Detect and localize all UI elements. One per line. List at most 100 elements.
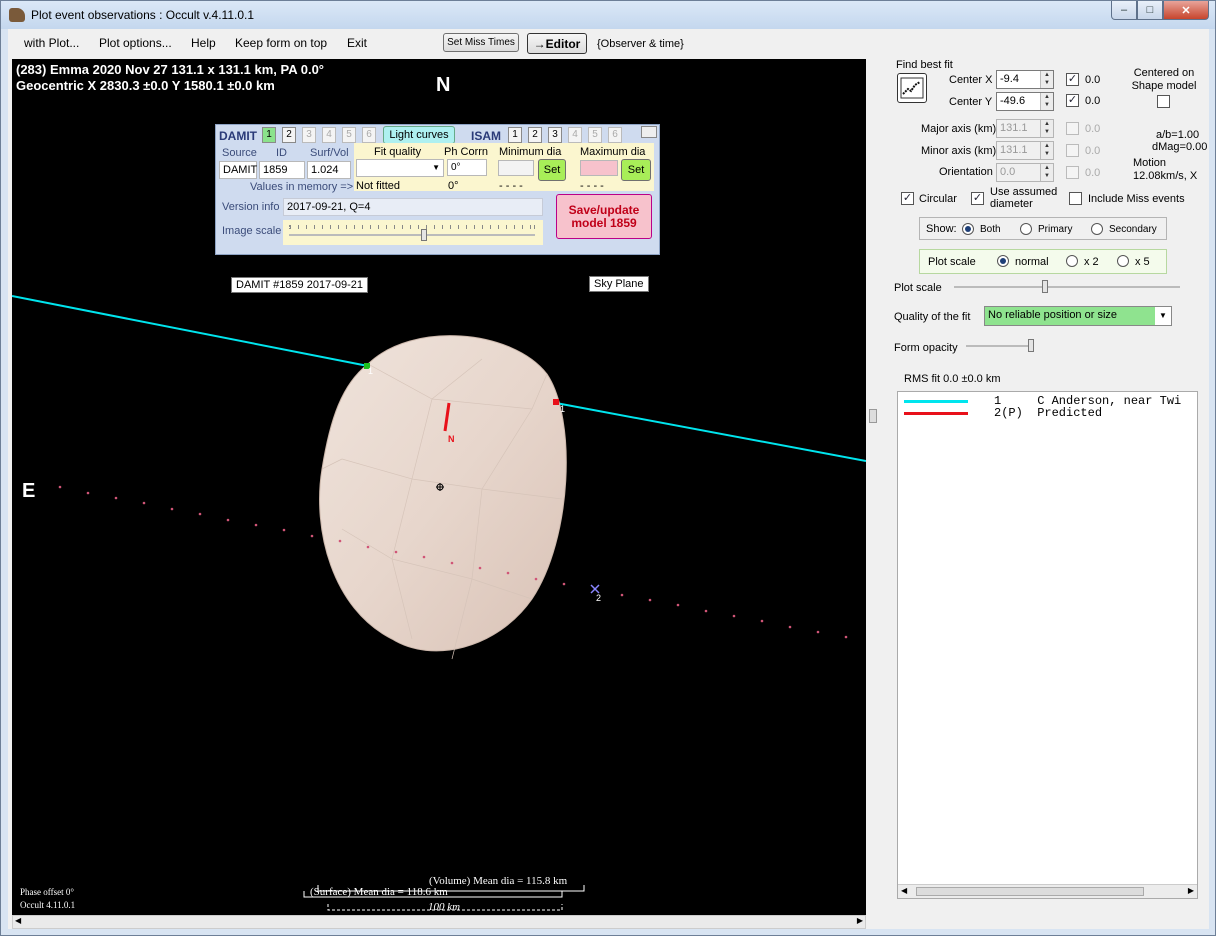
north-label: N: [436, 74, 451, 96]
plot-scale-thumb[interactable]: [1042, 280, 1048, 293]
scroll-right-icon[interactable]: ▶: [1188, 886, 1194, 895]
show-both-radio[interactable]: [962, 223, 974, 235]
circular-label: Circular: [919, 193, 957, 205]
center-x-input[interactable]: -9.4 ▲ ▼: [996, 70, 1054, 89]
center-y-input[interactable]: -49.6 ▲ ▼: [996, 92, 1054, 111]
editor-button[interactable]: →Editor: [527, 33, 587, 54]
form-opacity-thumb[interactable]: [1028, 339, 1034, 352]
scroll-thumb[interactable]: [916, 887, 1144, 896]
close-button[interactable]: ✕: [1163, 1, 1209, 20]
minimize-button[interactable]: ‒: [1111, 1, 1137, 20]
plot-canvas[interactable]: (283) Emma 2020 Nov 27 131.1 x 131.1 km,…: [12, 59, 866, 915]
set-miss-times-button[interactable]: Set Miss Times: [443, 33, 519, 52]
legend-horizontal-scrollbar[interactable]: ◀ ▶: [898, 884, 1197, 898]
min-dia-value: - - - -: [499, 180, 523, 192]
scroll-left-icon[interactable]: ◀: [15, 916, 21, 925]
panel-collapse-button[interactable]: [641, 126, 657, 138]
motion-value: 12.08km/s, X: [1133, 170, 1198, 182]
client-area: with Plot... Plot options... Help Keep f…: [8, 29, 1209, 929]
menu-keep-on-top[interactable]: Keep form on top: [235, 36, 327, 50]
source-label: Source: [222, 147, 257, 159]
damit-model-6[interactable]: 6: [362, 127, 376, 143]
show-primary-radio[interactable]: [1020, 223, 1032, 235]
menu-help[interactable]: Help: [191, 36, 216, 50]
ph-corrn-input[interactable]: 0°: [447, 159, 487, 176]
image-scale-slider[interactable]: [283, 220, 543, 245]
plot-scale-group-label: Plot scale: [928, 256, 976, 268]
set-max-dia-button[interactable]: Set: [621, 159, 651, 181]
plot-horizontal-scrollbar[interactable]: ◀ ▶: [12, 915, 866, 929]
maximize-button[interactable]: □: [1137, 1, 1163, 20]
scale-normal-radio[interactable]: [997, 255, 1009, 267]
centered-on-shape-checkbox[interactable]: [1157, 95, 1170, 108]
legend-row-predicted: 2(P) Predicted: [994, 406, 1103, 420]
set-min-dia-button[interactable]: Set: [538, 159, 566, 181]
image-scale-thumb[interactable]: [421, 229, 427, 241]
asteroid-shape-model: [319, 335, 567, 652]
max-dia-label: Maximum dia: [580, 146, 646, 158]
damit-model-3[interactable]: 3: [302, 127, 316, 143]
major-axis-checkbox[interactable]: [1066, 122, 1079, 135]
menu-exit[interactable]: Exit: [347, 36, 367, 50]
isam-model-5[interactable]: 5: [588, 127, 602, 143]
isam-model-3[interactable]: 3: [548, 127, 562, 143]
quality-select[interactable]: No reliable position or size ▼: [984, 306, 1172, 326]
major-axis-input[interactable]: 131.1 ▲ ▼: [996, 119, 1054, 138]
use-assumed-diameter-checkbox[interactable]: ✓: [971, 192, 984, 205]
isam-model-2[interactable]: 2: [528, 127, 542, 143]
light-curves-button[interactable]: Light curves: [383, 126, 455, 144]
ph-corrn-label: Ph Corrn: [444, 146, 489, 158]
minor-axis-checkbox[interactable]: [1066, 144, 1079, 157]
surfvol-value: 1.024: [307, 161, 351, 179]
scroll-right-icon[interactable]: ▶: [857, 916, 863, 925]
menu-with-plot[interactable]: with Plot...: [24, 36, 79, 50]
minor-axis-input[interactable]: 131.1 ▲ ▼: [996, 141, 1054, 160]
scale-x2-radio[interactable]: [1066, 255, 1078, 267]
form-opacity-slider[interactable]: [966, 338, 1034, 354]
miss-event-label: 2: [596, 593, 602, 603]
scale-x2-label: x 2: [1084, 256, 1099, 268]
source-value: DAMIT: [219, 161, 257, 179]
isam-model-6[interactable]: 6: [608, 127, 622, 143]
observer-legend-list[interactable]: 1 C Anderson, near Twi 2(P) Predicted ◀ …: [897, 391, 1198, 899]
isam-model-1[interactable]: 1: [508, 127, 522, 143]
include-miss-checkbox[interactable]: [1069, 192, 1082, 205]
observer-time-label: {Observer & time}: [597, 38, 684, 50]
chevron-down-icon: ▼: [1155, 307, 1171, 325]
best-fit-chart-icon[interactable]: [897, 73, 927, 103]
splitter-bar[interactable]: [868, 59, 878, 915]
damit-model-2[interactable]: 2: [282, 127, 296, 143]
center-y-checkbox[interactable]: ✓: [1066, 94, 1079, 107]
center-x-checkbox[interactable]: ✓: [1066, 73, 1079, 86]
plot-scale-slider[interactable]: [954, 279, 1180, 295]
save-update-model-button[interactable]: Save/update model 1859: [556, 194, 652, 239]
center-x-label: Center X: [949, 74, 993, 86]
orientation-checkbox[interactable]: [1066, 166, 1079, 179]
version-info-label: Version info: [222, 201, 280, 213]
sky-plane-caption: Sky Plane: [589, 276, 649, 292]
fit-quality-label: Fit quality: [374, 146, 422, 158]
center-y-value: -49.6: [1000, 95, 1026, 107]
scale-x5-label: x 5: [1135, 256, 1150, 268]
rms-fit-label: RMS fit 0.0 ±0.0 km: [904, 373, 1001, 385]
damit-model-4[interactable]: 4: [322, 127, 336, 143]
damit-model-5[interactable]: 5: [342, 127, 356, 143]
chord-line-segment-west: [12, 295, 369, 367]
min-dia-input[interactable]: [498, 160, 534, 176]
scale-x5-radio[interactable]: [1117, 255, 1129, 267]
show-secondary-radio[interactable]: [1091, 223, 1103, 235]
isam-title: ISAM: [471, 129, 501, 143]
center-y-label: Center Y: [949, 96, 993, 108]
circular-checkbox[interactable]: ✓: [901, 192, 914, 205]
quality-label: Quality of the fit: [894, 311, 971, 323]
menu-plot-options[interactable]: Plot options...: [99, 36, 172, 50]
max-dia-input[interactable]: [580, 160, 618, 176]
orientation-input[interactable]: 0.0 ▲ ▼: [996, 163, 1054, 182]
show-label: Show:: [926, 223, 957, 235]
plot-scale-label: Plot scale: [894, 282, 942, 294]
scroll-left-icon[interactable]: ◀: [901, 886, 907, 895]
motion-label: Motion: [1133, 157, 1167, 169]
damit-model-1[interactable]: 1: [262, 127, 276, 143]
isam-model-4[interactable]: 4: [568, 127, 582, 143]
fit-quality-select[interactable]: ▼: [356, 159, 444, 177]
